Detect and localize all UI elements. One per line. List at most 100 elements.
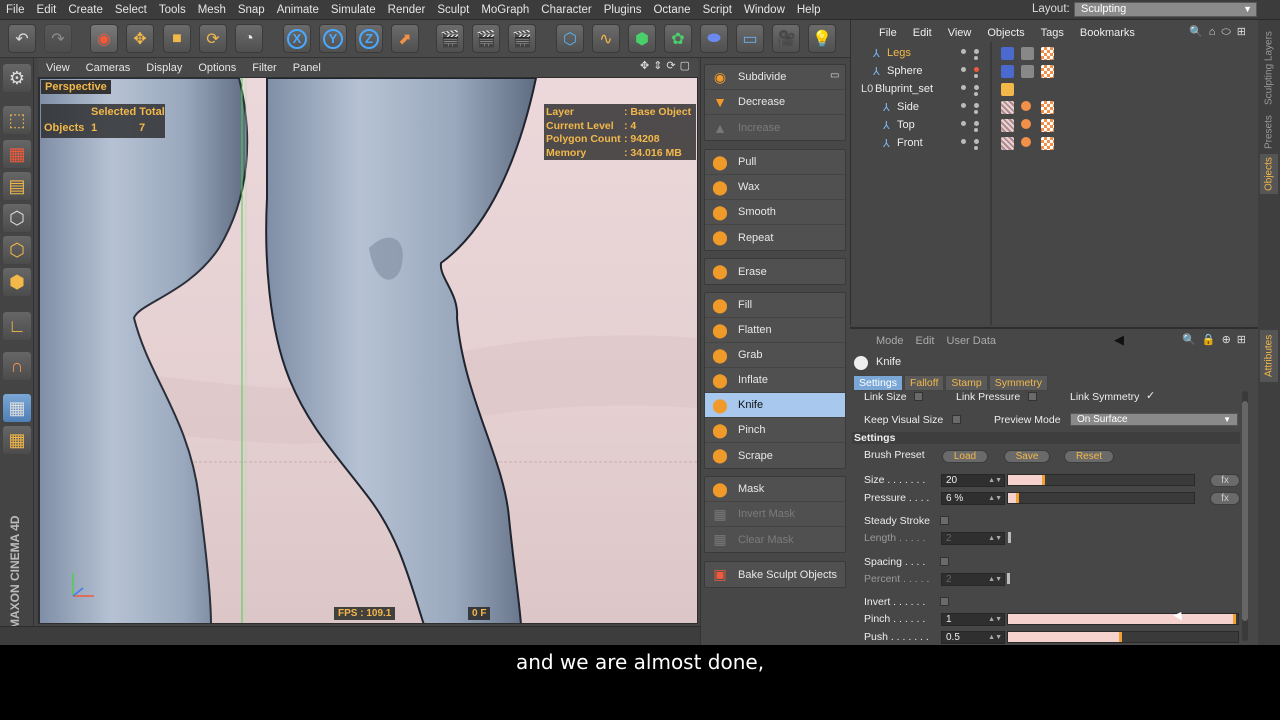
object-row[interactable]: ⅄ Top: [851, 117, 1259, 135]
brush-decrease-button[interactable]: ▼ Decrease: [705, 90, 845, 115]
object-tag-icon[interactable]: [1021, 47, 1034, 60]
tab-sculpting-layers[interactable]: Sculpting Layers: [1260, 26, 1278, 110]
size-fx-button[interactable]: fx: [1210, 474, 1240, 487]
object-tag-icon[interactable]: [1021, 137, 1031, 147]
attribute-scrollbar[interactable]: [1242, 391, 1248, 641]
brush-pull-button[interactable]: ⬤ Pull: [705, 150, 845, 175]
preview-mode-dropdown[interactable]: On Surface ▼: [1070, 413, 1238, 426]
brush-scrape-button[interactable]: ⬤ Scrape: [705, 443, 845, 468]
object-tag-icon[interactable]: [1041, 101, 1054, 114]
camera-button[interactable]: 🎥: [772, 24, 800, 53]
pressure-fx-button[interactable]: fx: [1210, 492, 1240, 505]
model-mode-button[interactable]: ⬚: [3, 106, 31, 134]
light-button[interactable]: 💡: [808, 24, 836, 53]
brush-invert-mask-button[interactable]: ▦ Invert Mask: [705, 502, 845, 527]
subdivision-surface-button[interactable]: ⬢: [628, 24, 656, 53]
editor-visibility-dot[interactable]: [961, 49, 966, 54]
back-arrow-icon[interactable]: ◀: [1114, 332, 1124, 348]
keep-visual-size-checkbox[interactable]: [952, 415, 961, 424]
redo-button[interactable]: ↷: [44, 24, 72, 53]
menu-simulate[interactable]: Simulate: [325, 4, 382, 16]
tab-settings[interactable]: Settings: [853, 375, 903, 391]
object-menu-file[interactable]: File: [871, 27, 905, 39]
object-row[interactable]: ⅄ Front: [851, 135, 1259, 153]
attribute-manager-icons[interactable]: 🔍🔒⊕⊞: [1182, 333, 1252, 346]
object-menu-view[interactable]: View: [940, 27, 980, 39]
object-tag-icon[interactable]: [1001, 47, 1014, 60]
live-selection-button[interactable]: ◉: [90, 24, 118, 53]
brush-smooth-button[interactable]: ⬤ Smooth: [705, 200, 845, 225]
array-button[interactable]: ✿: [664, 24, 692, 53]
snap-button[interactable]: ∩: [3, 352, 31, 380]
attribute-menu-user-data[interactable]: User Data: [941, 335, 1003, 347]
object-name[interactable]: Top: [897, 119, 915, 131]
sculpt-grid-button[interactable]: ▦: [3, 426, 31, 454]
object-tag-icon[interactable]: [1001, 83, 1014, 96]
menu-help[interactable]: Help: [791, 4, 827, 16]
tab-stamp[interactable]: Stamp: [945, 375, 988, 391]
render-visibility-dot[interactable]: [974, 92, 978, 96]
object-tag-icon[interactable]: [1001, 101, 1014, 114]
edges-mode-button[interactable]: ⬡: [3, 236, 31, 264]
viewport-menu-view[interactable]: View: [38, 62, 78, 74]
recent-tools-button[interactable]: ◔: [235, 24, 263, 53]
pressure-input[interactable]: 6 % ▲▼: [941, 492, 1005, 505]
move-button[interactable]: ✥: [126, 24, 154, 53]
menu-create[interactable]: Create: [62, 4, 109, 16]
menu-plugins[interactable]: Plugins: [598, 4, 648, 16]
menu-animate[interactable]: Animate: [271, 4, 325, 16]
brush-knife-button[interactable]: ⬤ Knife: [705, 393, 845, 418]
spline-button[interactable]: ∿: [592, 24, 620, 53]
render-visibility-dot[interactable]: [974, 146, 978, 150]
undo-button[interactable]: ↶: [8, 24, 36, 53]
brush-mask-button[interactable]: ⬤ Mask: [705, 477, 845, 502]
coordinate-system-button[interactable]: ⬈: [391, 24, 419, 53]
render-settings-button[interactable]: 🎬: [508, 24, 536, 53]
viewport-menu-display[interactable]: Display: [138, 62, 190, 74]
brush-increase-button[interactable]: ▲ Increase: [705, 115, 845, 140]
tab-objects[interactable]: Objects: [1260, 154, 1278, 194]
brush-fill-button[interactable]: ⬤ Fill: [705, 293, 845, 318]
scrollbar-thumb[interactable]: [1242, 401, 1248, 621]
y-axis-button[interactable]: Y: [319, 24, 347, 53]
object-name[interactable]: Side: [897, 101, 919, 113]
brush-wax-button[interactable]: ⬤ Wax: [705, 175, 845, 200]
render-visibility-dot[interactable]: [974, 103, 979, 108]
polygons-mode-button[interactable]: ⬢: [3, 268, 31, 296]
tab-symmetry[interactable]: Symmetry: [988, 375, 1048, 391]
workplane-lock-button[interactable]: ▦: [3, 394, 31, 422]
viewport-menu-filter[interactable]: Filter: [244, 62, 284, 74]
brush-repeat-button[interactable]: ⬤ Repeat: [705, 225, 845, 250]
percent-slider-knob[interactable]: [1007, 573, 1010, 584]
menu-snap[interactable]: Snap: [232, 4, 271, 16]
render-visibility-dot[interactable]: [974, 56, 978, 60]
menu-select[interactable]: Select: [109, 4, 153, 16]
brush-clear-mask-button[interactable]: ▦ Clear Mask: [705, 527, 845, 552]
push-slider[interactable]: [1007, 631, 1239, 643]
size-input[interactable]: 20 ▲▼: [941, 474, 1005, 487]
load-button[interactable]: Load: [942, 450, 988, 463]
make-editable-button[interactable]: ⚙: [3, 64, 31, 92]
object-tag-icon[interactable]: [1021, 119, 1031, 129]
z-axis-button[interactable]: Z: [355, 24, 383, 53]
object-name[interactable]: Sphere: [887, 65, 922, 77]
object-row[interactable]: L0 Bluprint_set: [851, 81, 1259, 99]
reset-button[interactable]: Reset: [1064, 450, 1114, 463]
brush-flatten-button[interactable]: ⬤ Flatten: [705, 318, 845, 343]
object-tag-icon[interactable]: [1001, 137, 1014, 150]
steady-stroke-checkbox[interactable]: [940, 516, 949, 525]
pressure-slider[interactable]: [1007, 492, 1195, 504]
editor-visibility-dot[interactable]: [961, 85, 966, 90]
menu-sculpt[interactable]: Sculpt: [431, 4, 475, 16]
texture-mode-button[interactable]: ▦: [3, 140, 31, 168]
push-input[interactable]: 0.5 ▲▼: [941, 631, 1005, 644]
object-tag-icon[interactable]: [1001, 65, 1014, 78]
link-symmetry-checkbox[interactable]: ✓: [1146, 389, 1155, 402]
editor-visibility-dot[interactable]: [961, 103, 966, 108]
render-visibility-dot[interactable]: [974, 74, 978, 78]
object-row[interactable]: ⅄ Side: [851, 99, 1259, 117]
workplane-button[interactable]: ▤: [3, 172, 31, 200]
perspective-viewport[interactable]: Perspective Selected Total Objects 1 7 L…: [38, 77, 698, 624]
x-axis-button[interactable]: X: [283, 24, 311, 53]
attribute-menu-edit[interactable]: Edit: [910, 335, 941, 347]
